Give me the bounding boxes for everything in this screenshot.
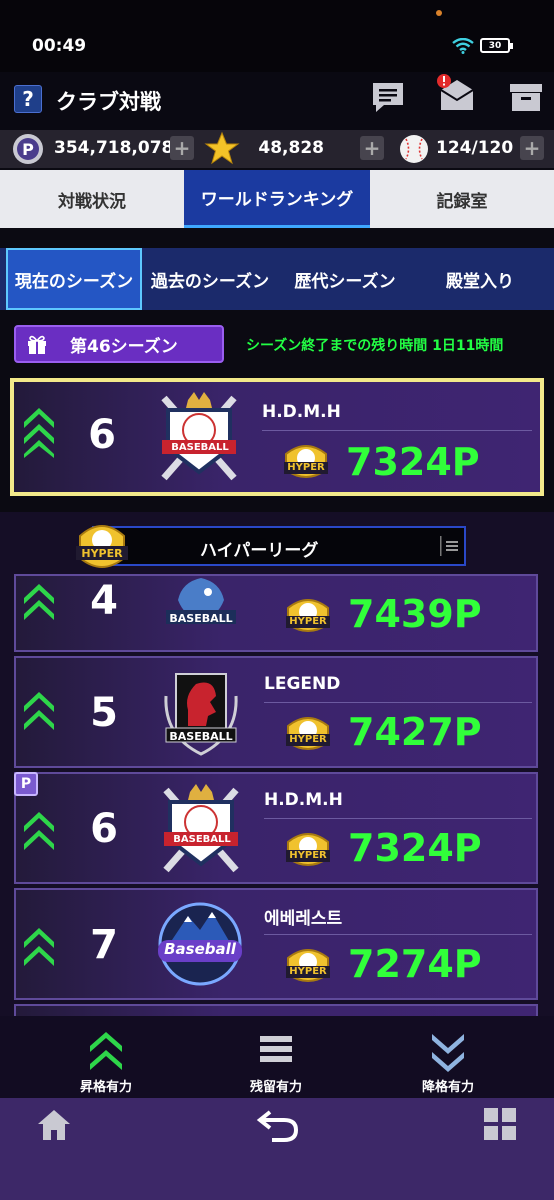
- team-logo-text: BASEBALL: [169, 730, 233, 743]
- hyper-badge-text: HYPER: [287, 462, 325, 473]
- my-rank: 6: [88, 412, 116, 458]
- ranking-row-6[interactable]: P 6 BASEBALL H.D.M.H HYPER 7324P: [14, 772, 538, 884]
- back-icon[interactable]: [256, 1106, 300, 1144]
- tab-world-ranking[interactable]: ワールドランキング: [184, 170, 370, 228]
- tab-battle-status[interactable]: 対戦状況: [0, 170, 184, 228]
- subtab-hall-of-fame[interactable]: 殿堂入り: [412, 248, 548, 310]
- league-name: ハイパーリーグ: [200, 541, 319, 561]
- balls-value: 124/120: [436, 138, 514, 158]
- help-button[interactable]: ?: [14, 85, 42, 113]
- hyper-badge-text: HYPER: [289, 850, 327, 861]
- mail-icon[interactable]: [436, 72, 478, 114]
- legend-promotion: 昇格有力: [79, 1080, 132, 1095]
- ranking-row-5[interactable]: 5 BASEBALL LEGEND HYPER 7427P: [14, 656, 538, 768]
- points-value: 354,718,078: [54, 138, 174, 158]
- subtab-all-seasons[interactable]: 歴代シーズン: [278, 248, 412, 310]
- balls-plus-button[interactable]: +: [520, 136, 544, 160]
- hyper-badge-icon: [286, 599, 330, 632]
- chat-icon[interactable]: [370, 80, 406, 114]
- premium-mark: P: [14, 772, 38, 796]
- team-logo-text: BASEBALL: [171, 442, 229, 453]
- svg-text:P: P: [22, 140, 34, 159]
- my-ranking-card[interactable]: 6 BASEBALL H.D.M.H HYPER 7324P: [10, 378, 544, 496]
- star-icon: [204, 131, 240, 165]
- baseball-icon: [400, 135, 428, 163]
- battery-nub: [510, 43, 513, 49]
- hyper-league-badge-icon: [76, 525, 128, 568]
- hyper-badge-text: HYPER: [289, 616, 327, 627]
- promotion-arrows-icon: [24, 408, 54, 458]
- points: 7427P: [348, 710, 482, 754]
- p-coin-icon: P: [13, 134, 43, 164]
- points-plus-button[interactable]: +: [170, 136, 194, 160]
- rank-number: 6: [90, 806, 118, 852]
- team-name: H.D.M.H: [264, 790, 343, 810]
- team-logo-text: Baseball: [164, 940, 236, 958]
- season-label: 第46シーズン: [70, 336, 178, 357]
- divider: [262, 430, 532, 431]
- hyper-league-badge-text: HYPER: [81, 547, 123, 560]
- season-badge[interactable]: 第46シーズン: [14, 325, 224, 363]
- divider: [264, 934, 532, 935]
- promotion-arrows-icon: [24, 692, 54, 730]
- stars-value: 48,828: [258, 138, 324, 158]
- grid-menu-icon[interactable]: [484, 1108, 516, 1140]
- promotion-legend-icon: [90, 1032, 122, 1070]
- hyper-badge-text: HYPER: [289, 734, 327, 745]
- my-team-name: H.D.M.H: [262, 402, 341, 422]
- points: 7324P: [348, 826, 482, 870]
- relegation-legend-icon: [432, 1034, 464, 1072]
- promotion-arrows-icon: [24, 812, 54, 850]
- points: 7274P: [348, 942, 482, 986]
- battery-level: 30: [488, 40, 502, 51]
- camera-dot: [436, 10, 442, 16]
- legend-stay: 残留有力: [249, 1080, 302, 1095]
- team-logo-text: BASEBALL: [173, 834, 231, 845]
- points: 7439P: [348, 592, 482, 636]
- promotion-arrows-icon: [24, 584, 54, 620]
- stars-plus-button[interactable]: +: [360, 136, 384, 160]
- divider: [264, 702, 532, 703]
- subtab-current-season[interactable]: 現在のシーズン: [6, 248, 142, 310]
- season-time-left: シーズン終了までの残り時間 1日11時間: [246, 338, 504, 354]
- team-logo-text: BASEBALL: [169, 612, 233, 625]
- divider: [264, 818, 532, 819]
- my-points: 7324P: [346, 440, 480, 484]
- page-title: クラブ対戦: [56, 90, 161, 114]
- promotion-arrows-icon: [24, 928, 54, 966]
- tab-records[interactable]: 記録室: [370, 170, 554, 228]
- box-icon[interactable]: [508, 80, 544, 114]
- subtab-past-season[interactable]: 過去のシーズン: [142, 248, 278, 310]
- wifi-icon: [452, 38, 474, 54]
- stay-legend-icon: [260, 1036, 292, 1062]
- hyper-badge-icon: [286, 833, 330, 866]
- team-name: 에베레스트: [264, 909, 343, 929]
- team-logo-icon: [161, 392, 237, 481]
- rank-number: 7: [90, 922, 118, 968]
- team-logo-icon: [163, 784, 239, 873]
- menu-icon[interactable]: [440, 536, 462, 556]
- hyper-badge-text: HYPER: [289, 966, 327, 977]
- rank-number: 4: [90, 578, 118, 624]
- team-name: LEGEND: [264, 674, 341, 694]
- hyper-badge-icon: [284, 445, 328, 478]
- ranking-row-next: [14, 1004, 538, 1016]
- home-icon[interactable]: [36, 1108, 72, 1142]
- gift-icon: [28, 335, 46, 354]
- status-time: 00:49: [32, 36, 87, 56]
- ranking-row-4[interactable]: 4 BASEBALL HYPER 7439P: [14, 574, 538, 652]
- legend-relegation: 降格有力: [421, 1080, 474, 1095]
- rank-number: 5: [90, 690, 118, 736]
- knight-logo-icon: [164, 673, 238, 756]
- hyper-badge-icon: [286, 717, 330, 750]
- ranking-row-7[interactable]: 7 Baseball 에베레스트 HYPER 7274P: [14, 888, 538, 1000]
- hyper-badge-icon: [286, 949, 330, 982]
- battery-icon: 30: [480, 38, 510, 53]
